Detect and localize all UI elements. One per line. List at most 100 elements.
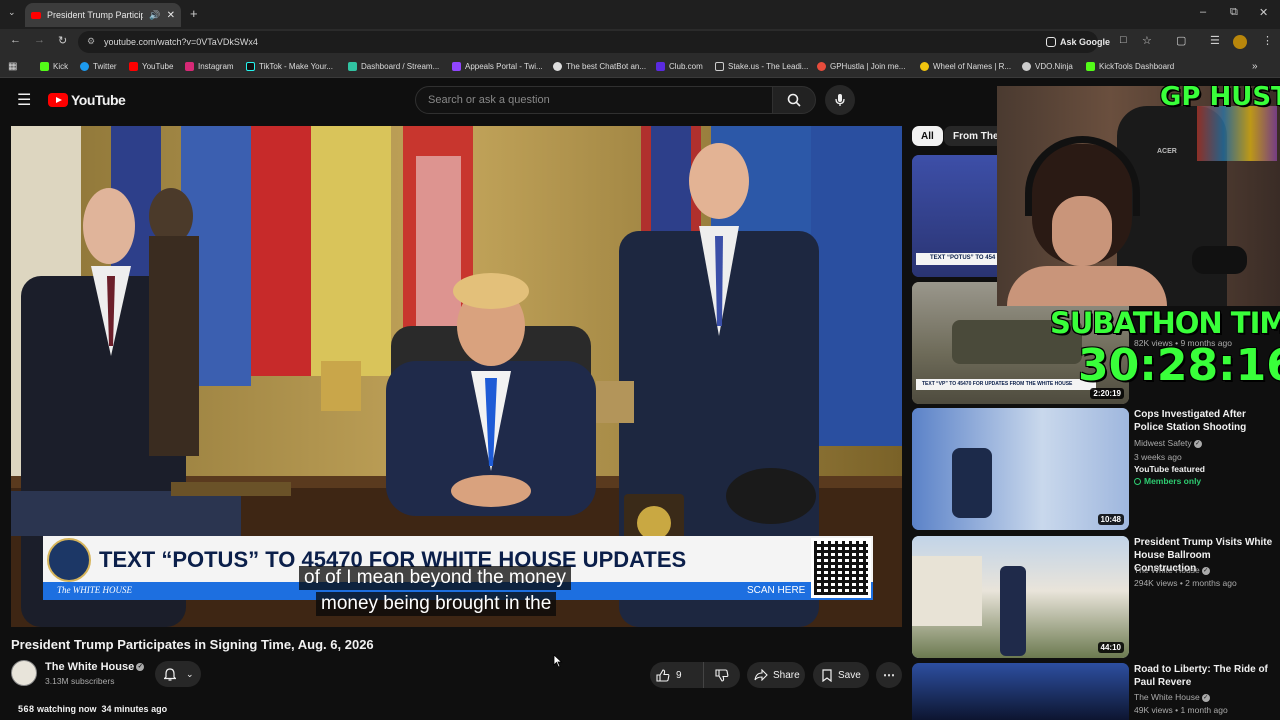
related-meta-4: 294K views • 2 months ago <box>1134 578 1237 588</box>
channel-name-text: The White House <box>45 661 135 673</box>
microphone-icon <box>835 94 845 106</box>
bookmark-twitter[interactable]: Twitter <box>80 60 117 73</box>
speaker-icon[interactable]: 🔊 <box>149 10 160 21</box>
menu-kebab-icon[interactable]: ⋮ <box>1262 34 1273 47</box>
bookmarks-overflow-icon[interactable]: » <box>1252 60 1258 73</box>
related-channel-4[interactable]: The White House ✓ <box>1134 565 1210 575</box>
tab-search-chevron-icon[interactable]: ⌄ <box>8 7 16 18</box>
watching-info: 5 6 8 watching now 34 minutes ago <box>18 704 167 714</box>
thumb-5-bg <box>912 663 1129 720</box>
reload-icon[interactable]: ↻ <box>58 34 67 47</box>
bookmark-vdoninja[interactable]: VDO.Ninja <box>1022 60 1073 73</box>
bell-icon <box>164 667 176 681</box>
browser-tab-strip: ⌄ President Trump Participates 🔊 ✕ + – ⧉… <box>0 0 1280 29</box>
tab-active[interactable]: President Trump Participates 🔊 ✕ <box>25 3 181 27</box>
scan-here-label: SCAN HERE <box>747 585 806 596</box>
watching-count: 5 6 8 <box>18 704 34 714</box>
search-placeholder: Search or ask a question <box>428 94 550 106</box>
search-icon <box>787 93 801 107</box>
caption-line-2: money being brought in the <box>316 592 557 616</box>
bookmark-star-icon[interactable]: ☆ <box>1142 34 1152 47</box>
youtube-play-icon <box>48 93 68 107</box>
video-title: President Trump Participates in Signing … <box>11 637 374 652</box>
search-input[interactable]: Search or ask a question <box>415 86 773 114</box>
related-video-thumbnail-4[interactable]: 44:10 <box>912 536 1129 658</box>
window-close-icon[interactable]: ✕ <box>1259 6 1268 19</box>
save-label: Save <box>838 669 861 681</box>
apps-grid-icon[interactable]: ▦ <box>8 60 17 73</box>
bookmark-chatbot[interactable]: The best ChatBot an... <box>553 60 646 73</box>
bookmark-tiktok[interactable]: TikTok - Make Your... <box>246 60 333 73</box>
bookmark-stake[interactable]: Stake.us - The Leadi... <box>715 60 808 73</box>
reading-list-icon[interactable]: ☰ <box>1210 34 1220 47</box>
share-button[interactable]: Share <box>747 662 805 688</box>
related-title-5[interactable]: Road to Liberty: The Ride of Paul Revere <box>1134 663 1274 689</box>
profile-avatar[interactable] <box>1233 35 1247 49</box>
share-icon <box>754 669 768 681</box>
more-horizontal-icon: ⋯ <box>883 668 895 682</box>
back-icon[interactable]: ← <box>10 34 21 46</box>
bookmark-dashboard[interactable]: Dashboard / Stream... <box>348 60 439 73</box>
youtube-logo-text: YouTube <box>71 92 126 108</box>
related-meta-5: 49K views • 1 month ago <box>1134 705 1228 715</box>
kick-icon <box>40 62 49 71</box>
wheel-icon <box>920 62 929 71</box>
address-bar[interactable]: ⚙ youtube.com/watch?v=0VTaVDkSWx4 <box>78 31 1098 53</box>
channel-name[interactable]: The White House ✓ <box>45 661 145 673</box>
chip-all[interactable]: All <box>912 126 943 146</box>
gphustla-icon <box>817 62 826 71</box>
related-video-thumbnail-3[interactable]: 10:48 <box>912 408 1129 530</box>
twitter-icon <box>80 62 89 71</box>
bookmark-club[interactable]: Club.com <box>656 60 703 73</box>
bookmark-appeals[interactable]: Appeals Portal - Twi... <box>452 60 543 73</box>
ask-google-label: Ask Google <box>1060 37 1111 47</box>
youtube-logo[interactable]: YouTube <box>48 92 126 108</box>
bookmark-instagram[interactable]: Instagram <box>185 60 234 73</box>
install-icon[interactable]: □ <box>1120 34 1127 46</box>
bookmark-youtube[interactable]: YouTube <box>129 60 173 73</box>
video-player[interactable]: TEXT “POTUS” TO 45470 FOR WHITE HOUSE UP… <box>11 126 902 627</box>
dislike-button[interactable] <box>704 662 740 688</box>
thumb-3-figure <box>952 448 992 518</box>
more-actions-button[interactable]: ⋯ <box>876 662 902 688</box>
channel-avatar[interactable] <box>11 660 37 686</box>
bookmarks-bar: ▦ Kick Twitter YouTube Instagram TikTok … <box>0 55 1280 78</box>
notification-bell-button[interactable]: ⌄ <box>155 661 201 687</box>
cam-brand-text: ACER <box>1157 148 1177 155</box>
restore-icon[interactable]: ⧉ <box>1230 6 1238 19</box>
voice-search-button[interactable] <box>825 85 855 115</box>
related-channel-3[interactable]: Midwest Safety ✓ <box>1134 438 1202 448</box>
bookmark-kick[interactable]: Kick <box>40 60 68 73</box>
like-dislike-group: 9 <box>650 662 740 688</box>
related-channel-5[interactable]: The White House ✓ <box>1134 692 1210 702</box>
minimize-icon[interactable]: – <box>1200 6 1206 18</box>
presidential-seal-icon <box>47 538 91 582</box>
kicktools-icon <box>1086 62 1095 71</box>
youtube-favicon-icon <box>31 11 41 19</box>
tiktok-icon <box>246 62 255 71</box>
new-tab-icon[interactable]: + <box>190 6 198 21</box>
hamburger-menu-icon[interactable]: ☰ <box>17 90 31 110</box>
chevron-down-icon: ⌄ <box>186 668 194 679</box>
bookmark-wheel[interactable]: Wheel of Names | R... <box>920 60 1011 73</box>
forward-icon[interactable]: → <box>34 34 45 46</box>
bookmark-kicktools[interactable]: KickTools Dashboard <box>1086 60 1174 73</box>
extensions-icon[interactable]: ▢ <box>1176 34 1186 47</box>
qr-code <box>811 538 871 598</box>
ask-google-button[interactable]: Ask Google <box>1046 33 1110 51</box>
site-info-icon[interactable]: ⚙ <box>87 36 95 47</box>
url-text: youtube.com/watch?v=0VTaVDkSWx4 <box>104 37 258 47</box>
related-title-3[interactable]: Cops Investigated After Police Station S… <box>1134 408 1274 434</box>
tab-close-icon[interactable]: ✕ <box>167 10 175 21</box>
streamer-body <box>1007 266 1167 306</box>
save-button[interactable]: Save <box>813 662 869 688</box>
bookmark-gphustla[interactable]: GPHustla | Join me... <box>817 60 905 73</box>
like-button[interactable]: 9 <box>650 662 704 688</box>
youtube-featured-label: YouTube featured <box>1134 464 1205 474</box>
twitch-icon <box>452 62 461 71</box>
related-meta-3: 3 weeks ago <box>1134 452 1182 462</box>
google-lens-icon <box>1046 37 1056 47</box>
search-button[interactable] <box>772 86 816 114</box>
members-only-badge: Members only <box>1134 476 1201 486</box>
related-video-thumbnail-5[interactable] <box>912 663 1129 720</box>
